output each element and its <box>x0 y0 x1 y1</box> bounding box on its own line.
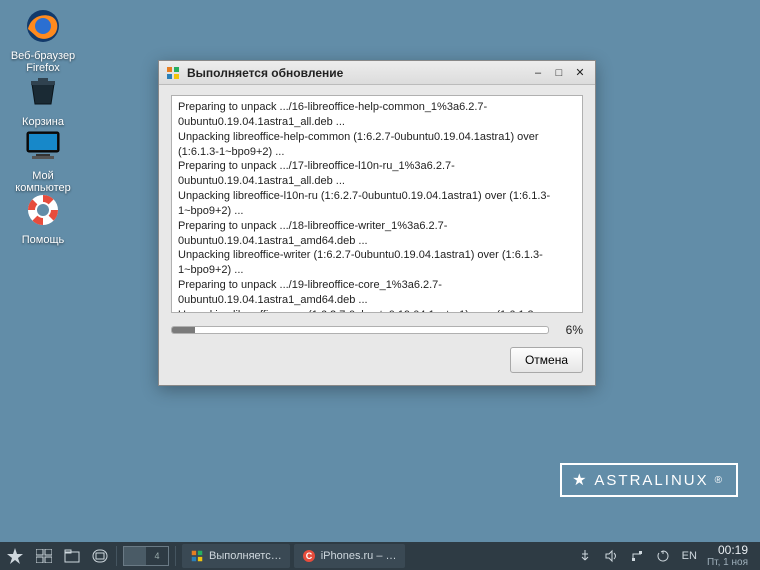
minimize-button[interactable]: – <box>529 65 547 81</box>
start-button[interactable] <box>0 542 30 570</box>
browser-icon: C <box>302 549 316 563</box>
usb-icon[interactable] <box>574 542 596 570</box>
workspace-pager[interactable]: 4 <box>123 546 169 566</box>
taskbar: 4 Выполняетс… C iPhones.ru – … EN 00:19 … <box>0 542 760 570</box>
cancel-button[interactable]: Отмена <box>510 347 583 373</box>
trash-icon <box>23 72 63 112</box>
app-icon <box>165 65 181 81</box>
computer-icon <box>23 126 63 166</box>
desktop-icon-computer[interactable]: Мой компьютер <box>8 126 78 194</box>
desktop-icon-label: Помощь <box>8 234 78 246</box>
progress-percent: 6% <box>557 323 583 337</box>
lifebuoy-icon <box>23 190 63 230</box>
titlebar[interactable]: Выполняется обновление – □ ✕ <box>159 61 595 85</box>
terminal-button[interactable] <box>86 542 114 570</box>
desktop-icon-firefox[interactable]: Веб-браузер Firefox <box>8 6 78 74</box>
clock[interactable]: 00:19 Пт, 1 ноя <box>705 544 754 568</box>
os-watermark: ★ASTRALINUX® <box>560 463 738 497</box>
task-label: iPhones.ru – … <box>321 550 397 562</box>
task-update[interactable]: Выполняетс… <box>182 544 290 568</box>
show-desktop-button[interactable] <box>30 542 58 570</box>
workspace-1[interactable] <box>124 547 146 565</box>
maximize-button[interactable]: □ <box>550 65 568 81</box>
task-label: Выполняетс… <box>209 550 282 562</box>
watermark-text: ASTRALINUX <box>594 472 708 489</box>
desktop: Веб-браузер Firefox Корзина Мой компьюте… <box>0 0 760 542</box>
clock-date: Пт, 1 ноя <box>707 557 748 568</box>
system-tray: EN 00:19 Пт, 1 ноя <box>574 542 760 570</box>
progress-bar <box>171 326 549 334</box>
workspace-2[interactable]: 4 <box>146 547 168 565</box>
updates-icon[interactable] <box>652 542 674 570</box>
file-manager-button[interactable] <box>58 542 86 570</box>
task-browser[interactable]: C iPhones.ru – … <box>294 544 405 568</box>
update-log: Preparing to unpack .../16-libreoffice-h… <box>171 95 583 313</box>
desktop-icon-trash[interactable]: Корзина <box>8 72 78 128</box>
window-title: Выполняется обновление <box>187 66 526 80</box>
firefox-icon <box>23 6 63 46</box>
star-icon: ★ <box>572 470 588 490</box>
close-button[interactable]: ✕ <box>571 65 589 81</box>
volume-icon[interactable] <box>600 542 622 570</box>
update-window: Выполняется обновление – □ ✕ Preparing t… <box>158 60 596 386</box>
svg-text:C: C <box>305 551 312 561</box>
desktop-icon-help[interactable]: Помощь <box>8 190 78 246</box>
clock-time: 00:19 <box>707 544 748 557</box>
language-indicator[interactable]: EN <box>678 542 701 570</box>
desktop-icon-label: Веб-браузер Firefox <box>8 50 78 74</box>
app-icon <box>190 549 204 563</box>
network-icon[interactable] <box>626 542 648 570</box>
